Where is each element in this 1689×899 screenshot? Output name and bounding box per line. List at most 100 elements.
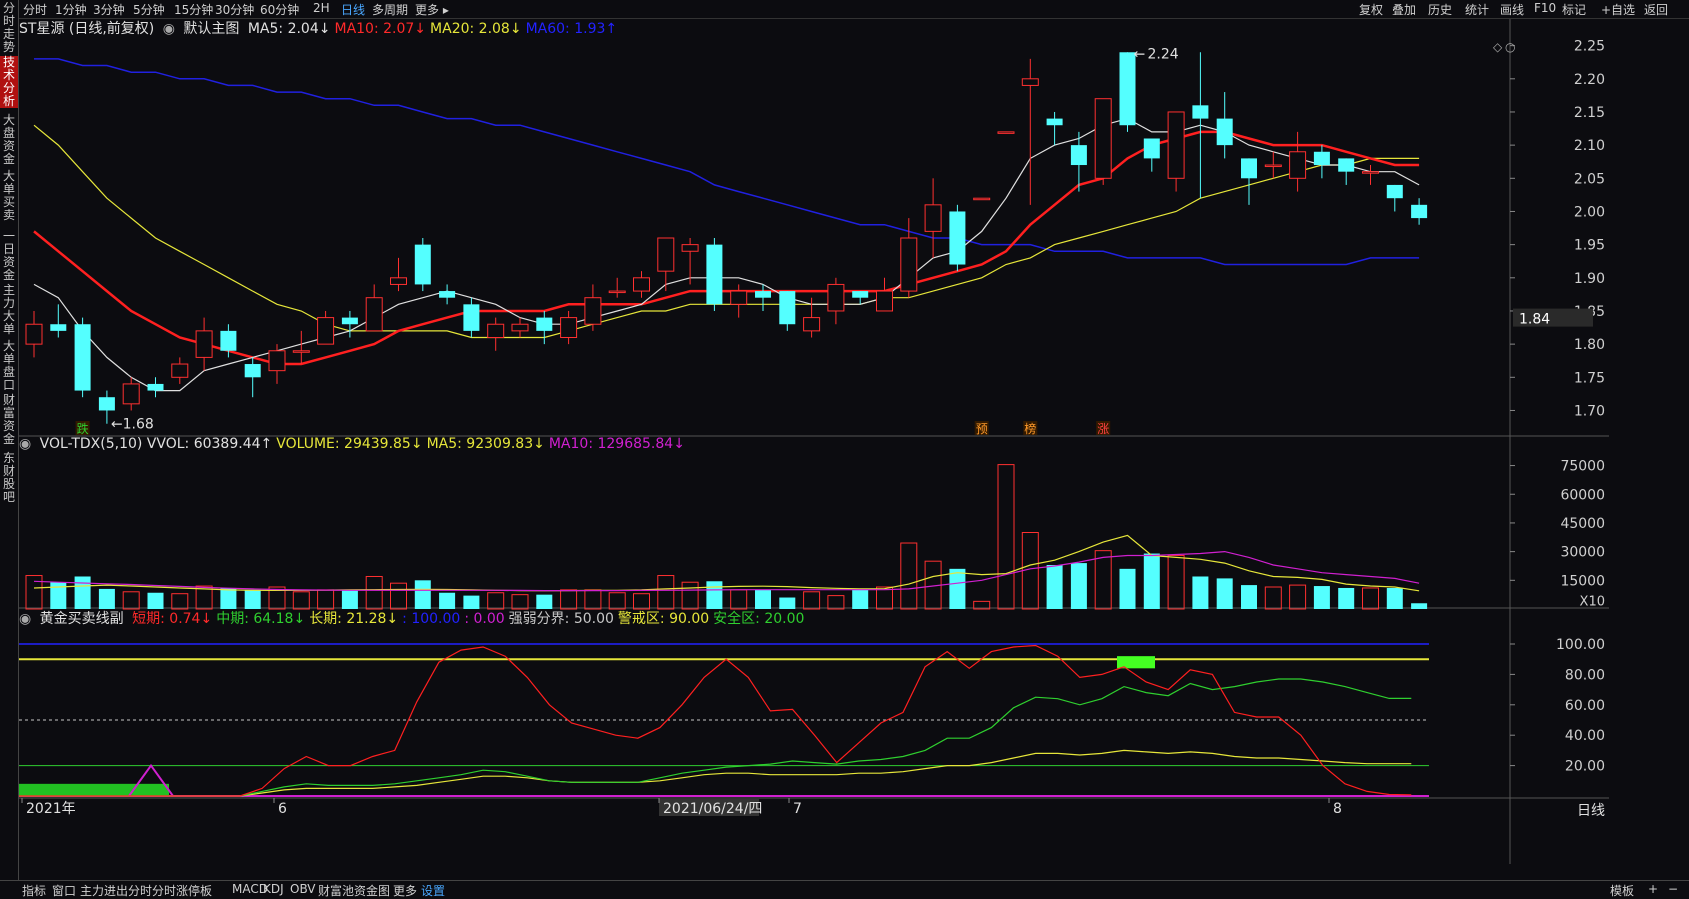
sidebar-item-0[interactable]: 分时走势 <box>0 2 18 54</box>
toolbar-button-3[interactable]: 统计 <box>1465 1 1489 18</box>
toolbar-button-8[interactable]: 返回 <box>1644 1 1668 18</box>
ma60-line <box>34 58 1420 266</box>
high-price-label: 2.24 <box>1148 46 1179 62</box>
sidebar-item-7[interactable]: 财富资金 <box>0 394 18 446</box>
price-tick-label-0: 2.25 <box>1574 39 1605 55</box>
period-tab-3[interactable]: 5分钟 <box>133 1 165 18</box>
stock-name[interactable]: ST星源 (日线,前复权) <box>19 21 154 37</box>
period-tab-1[interactable]: 1分钟 <box>55 1 87 18</box>
indicator-name[interactable]: 黄金买卖线副 <box>40 611 124 627</box>
candle-body-55 <box>1362 171 1379 174</box>
candle-body-46 <box>1143 138 1160 159</box>
volume-tick-label-4: 15000 <box>1560 573 1605 589</box>
template-icon[interactable]: ◉ <box>163 21 175 37</box>
bottom-tab-2[interactable]: 主力进出分时 <box>80 882 152 899</box>
candle-body-10 <box>268 350 286 372</box>
volume-header-icon[interactable]: ◉ <box>19 436 31 452</box>
volume-bar-11 <box>292 591 310 610</box>
template-name[interactable]: 默认主图 <box>183 21 239 37</box>
bottom-tab-8[interactable]: 更多 <box>393 882 417 899</box>
period-toolbar: 分时 1分钟 3分钟 5分钟 15分钟 30分钟 60分钟 2H 日线 多周期 更多 ▸ 复权 叠加 历史… <box>19 0 1689 19</box>
sidebar-item-1[interactable]: 技术分析 <box>0 56 18 108</box>
ma-label-1: MA10: 2.07↓ <box>334 21 427 37</box>
candle-body-20 <box>511 323 529 332</box>
candle-body-35 <box>876 290 893 312</box>
volume-bar-42 <box>1046 565 1063 609</box>
ma-label-2: MA20: 2.08↓ <box>430 21 522 37</box>
period-tab-8[interactable]: 日线 <box>341 1 365 18</box>
volume-tick-label-2: 45000 <box>1560 516 1605 532</box>
bottom-tab-9[interactable]: 设置 <box>421 882 445 899</box>
indicator-label-0: 短期: 0.74↓ <box>132 611 213 627</box>
indicator-header-icon[interactable]: ◉ <box>19 611 31 627</box>
price-tick-label-9: 1.80 <box>1574 337 1605 353</box>
toolbar-button-5[interactable]: F10 <box>1534 1 1556 15</box>
volume-tick-label-3: 30000 <box>1560 545 1605 561</box>
price-tick-label-7: 1.90 <box>1574 271 1605 287</box>
toolbar-button-0[interactable]: 复权 <box>1359 1 1383 18</box>
period-tab-9[interactable]: 多周期 <box>372 1 408 18</box>
period-tab-2[interactable]: 3分钟 <box>93 1 125 18</box>
candle-body-54 <box>1338 158 1355 172</box>
volume-label-1: VOLUME: 29439.85↓ <box>276 436 423 452</box>
sidebar-item-2[interactable]: 大盘资金 <box>0 114 18 166</box>
period-tab-5[interactable]: 30分钟 <box>215 1 254 18</box>
bottom-right-button-0[interactable]: 模板 <box>1610 882 1634 899</box>
ma-label-3: MA60: 1.93↑ <box>525 21 618 37</box>
x-axis-label-3: 7 <box>793 801 802 817</box>
volume-bar-22 <box>560 589 578 610</box>
candle-body-51 <box>1264 164 1282 168</box>
sidebar-item-8[interactable]: 东财股吧 <box>0 452 18 504</box>
period-tab-10[interactable]: 更多 ▸ <box>415 1 449 18</box>
indicator-tick-label-3: 40.00 <box>1565 728 1605 744</box>
volume-bar-57 <box>1411 603 1428 609</box>
period-tab-4[interactable]: 15分钟 <box>174 1 213 18</box>
x-axis-period-label: 日线 <box>1577 803 1605 819</box>
period-tab-7[interactable]: 2H <box>313 1 330 15</box>
period-tab-0[interactable]: 分时 <box>23 1 47 18</box>
sidebar-item-5[interactable]: 主力大单 <box>0 284 18 336</box>
sidebar-item-6[interactable]: 大单盘口 <box>0 340 18 392</box>
toolbar-button-6[interactable]: 标记 <box>1562 1 1586 18</box>
volume-bar-13 <box>341 589 358 609</box>
volume-bar-16 <box>414 580 431 609</box>
bottom-right-button-1[interactable]: + <box>1648 882 1658 896</box>
candle-body-9 <box>244 364 261 378</box>
toolbar-button-4[interactable]: 画线 <box>1500 1 1524 18</box>
bottom-tab-1[interactable]: 窗口 <box>52 882 76 899</box>
toolbar-button-7[interactable]: +自选 <box>1601 1 1635 18</box>
sidebar-item-4[interactable]: 一日资金 <box>0 230 18 282</box>
toolbar-button-1[interactable]: 叠加 <box>1392 1 1416 18</box>
candle-body-3 <box>98 397 115 411</box>
volume-bar-45 <box>1119 568 1136 609</box>
sidebar-item-3[interactable]: 大单买卖 <box>0 170 18 222</box>
volume-bar-24 <box>608 592 626 610</box>
toolbar-button-2[interactable]: 历史 <box>1428 1 1452 18</box>
candle-body-2 <box>74 324 91 391</box>
volume-bar-47 <box>1167 554 1185 610</box>
volume-bar-0 <box>25 575 43 610</box>
candle-body-1 <box>50 324 67 331</box>
ma10-line <box>33 130 1420 366</box>
bottom-tab-0[interactable]: 指标 <box>22 882 46 899</box>
volume-bar-49 <box>1216 578 1233 609</box>
price-tick-label-11: 1.70 <box>1574 403 1605 419</box>
volume-bar-2 <box>74 576 91 609</box>
indicator-label-4: : 0.00 <box>464 611 505 627</box>
volume-bar-54 <box>1338 587 1355 609</box>
price-tick-label-2: 2.15 <box>1574 105 1605 121</box>
candle-body-24 <box>608 290 626 294</box>
bottom-tab-5[interactable]: KDJ <box>263 882 284 896</box>
volume-label-2: MA5: 92309.83↓ <box>426 436 545 452</box>
bottom-tab-6[interactable]: OBV <box>290 882 316 896</box>
candle-body-0 <box>25 323 43 345</box>
bottom-tab-3[interactable]: 分时涨停板 <box>152 882 212 899</box>
x-axis-label-4: 8 <box>1333 801 1342 817</box>
candle-body-38 <box>949 211 966 265</box>
bottom-right-button-2[interactable]: − <box>1668 882 1678 896</box>
volume-bar-12 <box>317 589 335 610</box>
bottom-tab-7[interactable]: 财富池资金图 <box>318 882 390 899</box>
period-tab-6[interactable]: 60分钟 <box>260 1 299 18</box>
volume-chart-header: ◉ VOL-TDX(5,10) VVOL: 60389.44↑ VOLUME: 2… <box>19 436 693 452</box>
volume-bar-26 <box>657 575 675 610</box>
